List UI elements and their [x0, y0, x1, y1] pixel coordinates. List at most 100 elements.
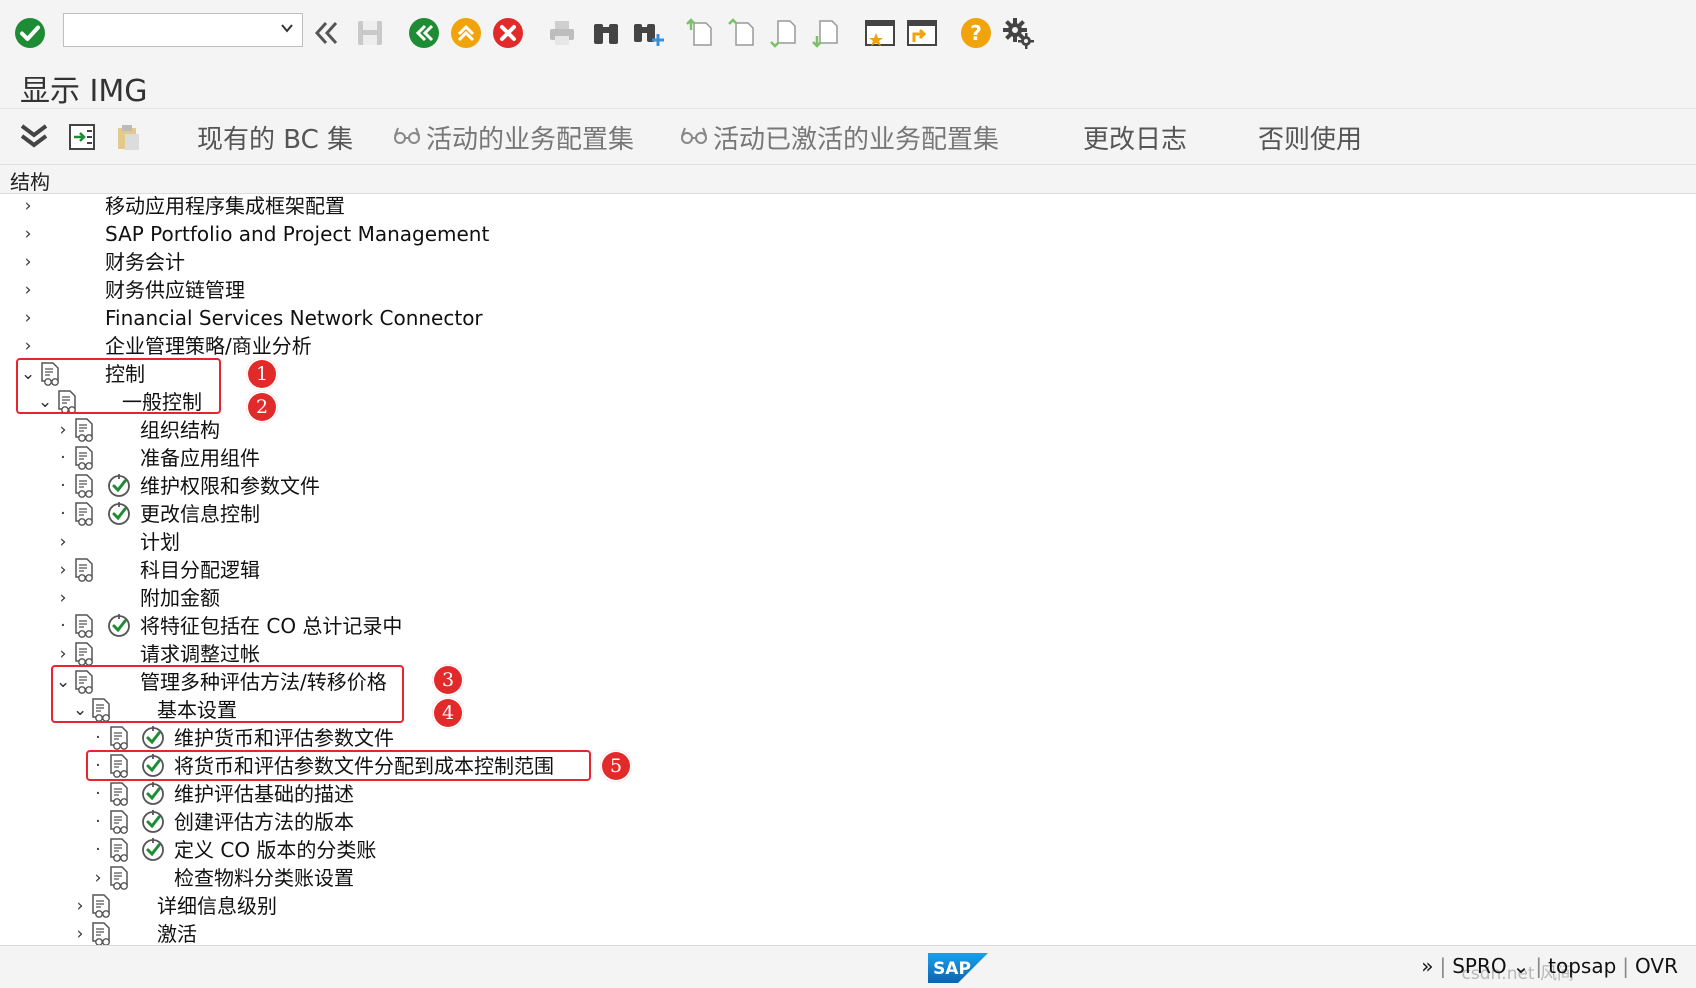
expand-arrow-icon[interactable]: ›: [21, 308, 35, 328]
documentation-icon[interactable]: [73, 558, 95, 582]
tree-node[interactable]: › 激活: [0, 920, 1696, 948]
previous-page-icon[interactable]: [724, 13, 760, 53]
tree-node[interactable]: · 维护权限和参数文件: [0, 472, 1696, 500]
documentation-icon[interactable]: [73, 614, 95, 638]
existing-bc-sets-button[interactable]: 现有的 BC 集: [197, 119, 353, 155]
tree-node[interactable]: › 科目分配逻辑: [0, 556, 1696, 584]
expand-arrow-icon[interactable]: ›: [21, 336, 35, 356]
execute-activity-icon[interactable]: [141, 810, 165, 834]
expand-arrow-icon[interactable]: ›: [73, 924, 87, 944]
documentation-icon[interactable]: [90, 894, 112, 918]
first-page-icon[interactable]: [682, 13, 718, 53]
tree-node-label[interactable]: 详细信息级别: [157, 892, 277, 920]
execute-activity-icon[interactable]: [107, 502, 131, 526]
tree-node-label[interactable]: SAP Portfolio and Project Management: [105, 220, 489, 248]
chevron-down-icon[interactable]: [280, 20, 294, 39]
clipboard-icon[interactable]: [110, 119, 146, 155]
expand-arrow-icon[interactable]: ›: [21, 196, 35, 216]
select-icon[interactable]: [64, 119, 100, 155]
execute-activity-icon[interactable]: [141, 726, 165, 750]
tree-node[interactable]: · 准备应用组件: [0, 444, 1696, 472]
tree-node-label[interactable]: 移动应用程序集成框架配置: [105, 192, 345, 220]
expand-all-icon[interactable]: [16, 119, 52, 155]
command-input[interactable]: [68, 14, 272, 46]
help-icon[interactable]: ?: [958, 13, 994, 53]
shortcut-icon[interactable]: [904, 13, 940, 53]
tree-node-label[interactable]: 科目分配逻辑: [140, 556, 260, 584]
cancel-icon[interactable]: [490, 13, 526, 53]
command-field[interactable]: [63, 13, 303, 47]
documentation-icon[interactable]: [73, 474, 95, 498]
tree-node[interactable]: › 详细信息级别: [0, 892, 1696, 920]
change-log-button[interactable]: 更改日志: [1083, 119, 1187, 155]
activated-bc-sets-button[interactable]: 活动已激活的业务配置集: [681, 119, 999, 155]
tree-node[interactable]: · 维护评估基础的描述: [0, 780, 1696, 808]
tree-node-label[interactable]: 财务会计: [105, 248, 185, 276]
documentation-icon[interactable]: [73, 418, 95, 442]
tree-node[interactable]: › 请求调整过帐: [0, 640, 1696, 668]
tree-node[interactable]: · 创建评估方法的版本: [0, 808, 1696, 836]
exit-icon[interactable]: [448, 13, 484, 53]
next-page-icon[interactable]: [766, 13, 802, 53]
tree-node-label[interactable]: 维护评估基础的描述: [174, 780, 354, 808]
back-icon[interactable]: [406, 13, 442, 53]
documentation-icon[interactable]: [90, 922, 112, 946]
last-page-icon[interactable]: [808, 13, 844, 53]
tree-node-label[interactable]: 更改信息控制: [140, 500, 260, 528]
find-next-icon[interactable]: [630, 13, 666, 53]
tree-node-label[interactable]: 计划: [140, 528, 180, 556]
tree-node[interactable]: · 更改信息控制: [0, 500, 1696, 528]
find-icon[interactable]: [588, 13, 624, 53]
otherwise-use-button[interactable]: 否则使用: [1258, 119, 1362, 155]
chevron-down-icon[interactable]: ⌄: [1513, 954, 1530, 978]
tree-node[interactable]: › 财务供应链管理: [0, 276, 1696, 304]
tree-node-label[interactable]: 维护权限和参数文件: [140, 472, 320, 500]
expand-arrow-icon[interactable]: ›: [21, 252, 35, 272]
tree-node-label[interactable]: 创建评估方法的版本: [174, 808, 354, 836]
expand-arrow-icon[interactable]: ›: [91, 868, 105, 888]
tree-node[interactable]: › 企业管理策略/商业分析: [0, 332, 1696, 360]
execute-activity-icon[interactable]: [141, 782, 165, 806]
tree-node[interactable]: › SAP Portfolio and Project Management: [0, 220, 1696, 248]
tree-node[interactable]: › 财务会计: [0, 248, 1696, 276]
documentation-icon[interactable]: [73, 446, 95, 470]
expand-arrow-icon[interactable]: ›: [56, 588, 70, 608]
tree-node-label[interactable]: 请求调整过帐: [140, 640, 260, 668]
check-icon[interactable]: [12, 13, 48, 53]
tree-node-label[interactable]: 附加金额: [140, 584, 220, 612]
execute-activity-icon[interactable]: [107, 614, 131, 638]
create-session-icon[interactable]: [862, 13, 898, 53]
tree-node-label[interactable]: Financial Services Network Connector: [105, 304, 483, 332]
documentation-icon[interactable]: [108, 838, 130, 862]
tree-node-label[interactable]: 激活: [157, 920, 197, 948]
expand-arrow-icon[interactable]: ›: [56, 532, 70, 552]
tree-node-label[interactable]: 准备应用组件: [140, 444, 260, 472]
expand-arrow-icon[interactable]: ›: [56, 560, 70, 580]
tree-node-label[interactable]: 维护货币和评估参数文件: [174, 724, 394, 752]
expand-arrow-icon[interactable]: ›: [56, 644, 70, 664]
tree-node[interactable]: › Financial Services Network Connector: [0, 304, 1696, 332]
tree-node[interactable]: › 移动应用程序集成框架配置: [0, 192, 1696, 220]
tree-node-label[interactable]: 检查物料分类账设置: [174, 864, 354, 892]
execute-activity-icon[interactable]: [141, 838, 165, 862]
tree-node-label[interactable]: 企业管理策略/商业分析: [105, 332, 312, 360]
documentation-icon[interactable]: [73, 502, 95, 526]
tree-node-label[interactable]: 将特征包括在 CO 总计记录中: [140, 612, 402, 640]
expand-arrow-icon[interactable]: ›: [73, 896, 87, 916]
documentation-icon[interactable]: [108, 866, 130, 890]
expand-arrow-icon[interactable]: ›: [21, 280, 35, 300]
settings-gear-icon[interactable]: [1000, 13, 1036, 53]
tree-node[interactable]: › 附加金额: [0, 584, 1696, 612]
expand-arrow-icon[interactable]: ›: [21, 224, 35, 244]
tree-node[interactable]: · 维护货币和评估参数文件: [0, 724, 1696, 752]
expand-arrow-icon[interactable]: ›: [56, 420, 70, 440]
documentation-icon[interactable]: [73, 642, 95, 666]
tree-node[interactable]: · 将特征包括在 CO 总计记录中: [0, 612, 1696, 640]
double-chevron-icon[interactable]: »: [1421, 954, 1433, 978]
documentation-icon[interactable]: [108, 782, 130, 806]
tree-node-label[interactable]: 财务供应链管理: [105, 276, 245, 304]
tree-node[interactable]: › 检查物料分类账设置: [0, 864, 1696, 892]
execute-activity-icon[interactable]: [107, 474, 131, 498]
tree-node[interactable]: · 定义 CO 版本的分类账: [0, 836, 1696, 864]
documentation-icon[interactable]: [108, 810, 130, 834]
